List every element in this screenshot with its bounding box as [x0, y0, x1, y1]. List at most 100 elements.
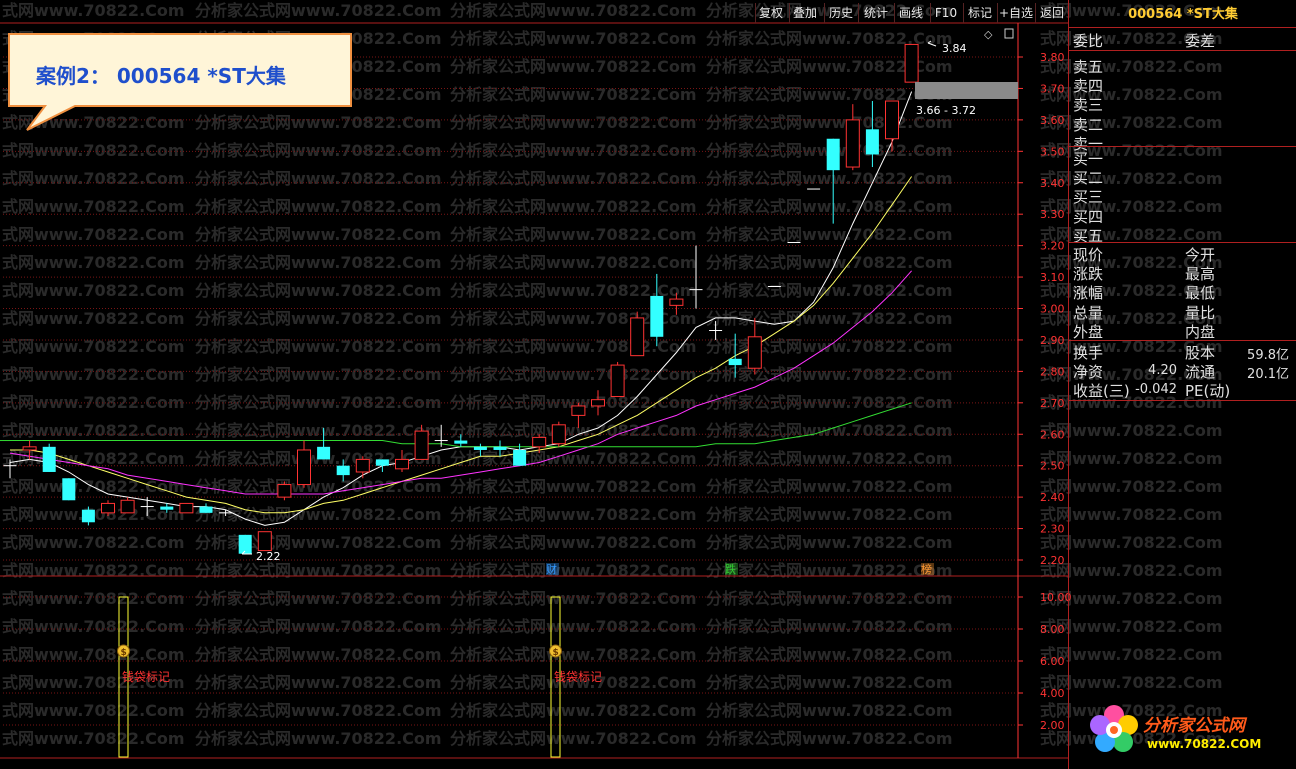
indicator-tick-label: 10.00 — [1040, 591, 1072, 604]
candle-body — [62, 478, 76, 501]
candle-body — [414, 430, 429, 460]
watermark-text: 式网www.70822.Com — [2, 533, 185, 552]
toolbar-button-diejia[interactable]: 叠加 — [789, 3, 820, 23]
candle-body — [120, 499, 135, 514]
buy-level-label: 买三 — [1073, 188, 1104, 207]
watermark-text: 分析家公式网www.70822.Com — [706, 505, 953, 524]
stat-label: 内盘 — [1185, 322, 1216, 341]
toolbar-button-lishi[interactable]: 历史 — [824, 3, 857, 23]
toolbar-button-biaoji[interactable]: 标记 — [963, 3, 996, 23]
candle-body — [473, 446, 487, 450]
candle-body — [591, 399, 605, 407]
price-tick-label: 3.40 — [1040, 177, 1065, 190]
indicator-tick-label: 2.00 — [1040, 719, 1065, 732]
watermark-text: 分析家公式网www.70822.Com — [450, 729, 697, 748]
watermark-text: 分析家公式网www.70822.Com — [450, 533, 697, 552]
watermark-text: 分析家公式网www.70822.Com — [450, 561, 697, 580]
price-tick-label: 2.80 — [1040, 365, 1065, 378]
candle-body — [355, 458, 370, 473]
toolbar-button-f10[interactable]: F10 — [930, 3, 961, 23]
watermark-text: 分析家公式网www.70822.Com — [706, 701, 953, 720]
price-tick-label: 3.60 — [1040, 114, 1065, 127]
watermark-text: 分析家公式网www.70822.Com — [195, 533, 442, 552]
toolbar-button-zixuan[interactable]: +自选 — [997, 3, 1034, 23]
candle-body — [845, 119, 860, 168]
candle-body — [22, 446, 37, 451]
watermark-text: 分析家公式网www.70822.Com — [706, 533, 953, 552]
indicator-tick-label: 4.00 — [1040, 687, 1065, 700]
toolbar-button-fanhui[interactable]: 返回 — [1035, 3, 1068, 23]
high-price-label: 3.84 — [942, 42, 967, 55]
watermark-text: 分析家公式网www.70822.Com — [450, 253, 697, 272]
watermark-text: 式网www.70822.Com — [2, 589, 185, 608]
toolbar-button-fuquan[interactable]: 复权 — [755, 3, 786, 23]
watermark-text: 分析家公式网www.70822.Com — [450, 225, 697, 244]
watermark-text: 分析家公式网www.70822.Com — [195, 281, 442, 300]
money-bag-label: 钱袋标记 — [122, 669, 170, 684]
weibi-label: 委比 — [1073, 32, 1104, 50]
watermark-text: 分析家公式网www.70822.Com — [450, 365, 697, 384]
candle-body — [551, 424, 566, 445]
watermark-text: 式网www.70822.Com — [2, 197, 185, 216]
watermark-text: 式网www.70822.Com — [2, 617, 185, 636]
candle-body — [375, 459, 389, 466]
watermark-text: 分析家公式网www.70822.Com — [450, 197, 697, 216]
candle-body — [904, 43, 919, 83]
quote-panel: 000564 *ST大集 委比 委差 卖五 卖四 卖三 卖二 卖一 买一 买二 买三 买四 买五… — [1068, 0, 1296, 769]
price-tick-label: 2.90 — [1040, 334, 1065, 347]
sell-level-label: 卖三 — [1073, 96, 1104, 115]
candle-body — [610, 364, 625, 398]
price-tick-label: 2.40 — [1040, 491, 1065, 504]
fin-label: PE(动) — [1185, 382, 1231, 400]
candle-body — [454, 440, 468, 444]
toolbar-button-tongji[interactable]: 统计 — [858, 3, 893, 23]
candle-body — [532, 436, 547, 448]
watermark-text: 式网www.70822.Com — [2, 1, 185, 20]
watermark-text: 分析家公式网www.70822.Com — [450, 85, 697, 104]
buy-level-label: 买一 — [1073, 150, 1104, 168]
watermark-text: 分析家公式网www.70822.Com — [195, 505, 442, 524]
stat-label: 最高 — [1185, 265, 1216, 284]
watermark-text: 分析家公式网www.70822.Com — [706, 309, 953, 328]
sell-level-label: 卖五 — [1073, 58, 1104, 76]
watermark-text: 分析家公式网www.70822.Com — [450, 617, 697, 636]
diamond-icon: ◇ — [984, 28, 993, 41]
candle-body — [728, 358, 742, 366]
callout-title: 案例2： 000564 *ST大集 — [36, 64, 286, 88]
candle-body — [336, 465, 350, 476]
money-bag-symbol: $ — [121, 648, 127, 658]
watermark-text: 分析家公式网www.70822.Com — [195, 561, 442, 580]
watermark-text: 分析家公式网www.70822.Com — [195, 225, 442, 244]
watermark-text: 分析家公式网www.70822.Com — [195, 309, 442, 328]
price-tick-label: 2.30 — [1040, 523, 1065, 536]
flower-logo-icon — [1090, 705, 1138, 752]
watermark-text: 分析家公式网www.70822.Com — [195, 589, 442, 608]
watermark-text: 式网www.70822.Com — [2, 701, 185, 720]
weicha-label: 委差 — [1185, 32, 1216, 50]
watermark-text: 分析家公式网www.70822.Com — [195, 253, 442, 272]
indicator-tick-label: 8.00 — [1040, 623, 1065, 636]
indicator-tick-label: 6.00 — [1040, 655, 1065, 668]
candle-body — [513, 449, 527, 466]
watermark-text: 式网www.70822.Com — [2, 141, 185, 160]
candle-body — [395, 458, 409, 470]
stat-label: 外盘 — [1073, 322, 1104, 341]
stat-label: 总量 — [1073, 303, 1104, 322]
buy-level-label: 买四 — [1073, 207, 1104, 226]
watermark-text: 分析家公式网www.70822.Com — [195, 673, 442, 692]
candle-body — [885, 100, 899, 140]
money-bag-label: 钱袋标记 — [554, 669, 602, 684]
price-tick-label: 3.70 — [1040, 82, 1065, 95]
toolbar-button-huaxian[interactable]: 画线 — [894, 3, 927, 23]
watermark-text: 分析家公式网www.70822.Com — [450, 701, 697, 720]
watermark-text: 分析家公式网www.70822.Com — [706, 225, 953, 244]
stat-label: 今开 — [1185, 246, 1216, 264]
sell-level-label: 卖四 — [1073, 77, 1104, 96]
watermark-text: 分析家公式网www.70822.Com — [706, 253, 953, 272]
watermark-text: 分析家公式网www.70822.Com — [195, 1, 442, 20]
stock-title[interactable]: 000564 *ST大集 — [1069, 3, 1296, 22]
watermark-text: 分析家公式网www.70822.Com — [706, 421, 953, 440]
sell-level-label: 卖二 — [1073, 115, 1104, 134]
stat-label: 涨幅 — [1073, 284, 1104, 303]
candle-body — [650, 295, 664, 337]
